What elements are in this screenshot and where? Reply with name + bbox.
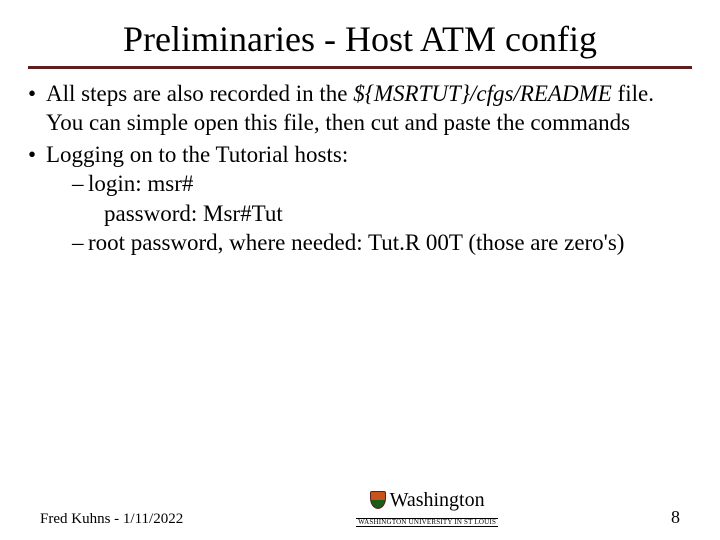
sublist: login: msr# password: Msr#Tut root passw… — [46, 169, 692, 257]
footer-university: Washington WASHINGTON UNIVERSITY IN ST L… — [356, 490, 498, 528]
bullet-1: All steps are also recorded in the ${MSR… — [28, 79, 692, 138]
sub-1: login: msr# password: Msr#Tut — [72, 169, 692, 228]
bullet-2: Logging on to the Tutorial hosts: login:… — [28, 140, 692, 258]
sub-1-line2: password: Msr#Tut — [88, 199, 692, 228]
sub-1-line1: login: msr# — [88, 171, 193, 196]
bullet-list: All steps are also recorded in the ${MSR… — [28, 79, 692, 258]
bullet-1-text-a: All steps are also recorded in the — [46, 81, 353, 106]
sub-2-text: root password, where needed: Tut.R 00T (… — [88, 230, 624, 255]
slide: Preliminaries - Host ATM config All step… — [0, 0, 720, 540]
sub-2: root password, where needed: Tut.R 00T (… — [72, 228, 692, 257]
bullet-2-text: Logging on to the Tutorial hosts: — [46, 142, 348, 167]
slide-title: Preliminaries - Host ATM config — [28, 18, 692, 60]
university-name: Washington — [390, 490, 485, 510]
slide-body: All steps are also recorded in the ${MSR… — [28, 79, 692, 258]
shield-icon — [370, 491, 386, 509]
footer: Fred Kuhns - 1/11/2022 Washington WASHIN… — [0, 490, 720, 528]
title-rule — [28, 66, 692, 69]
university-subline: WASHINGTON UNIVERSITY IN ST LOUIS — [356, 518, 498, 527]
bullet-1-path: ${MSRTUT}/cfgs/README — [353, 81, 612, 106]
footer-author-date: Fred Kuhns - 1/11/2022 — [40, 511, 183, 528]
page-number: 8 — [671, 507, 680, 528]
